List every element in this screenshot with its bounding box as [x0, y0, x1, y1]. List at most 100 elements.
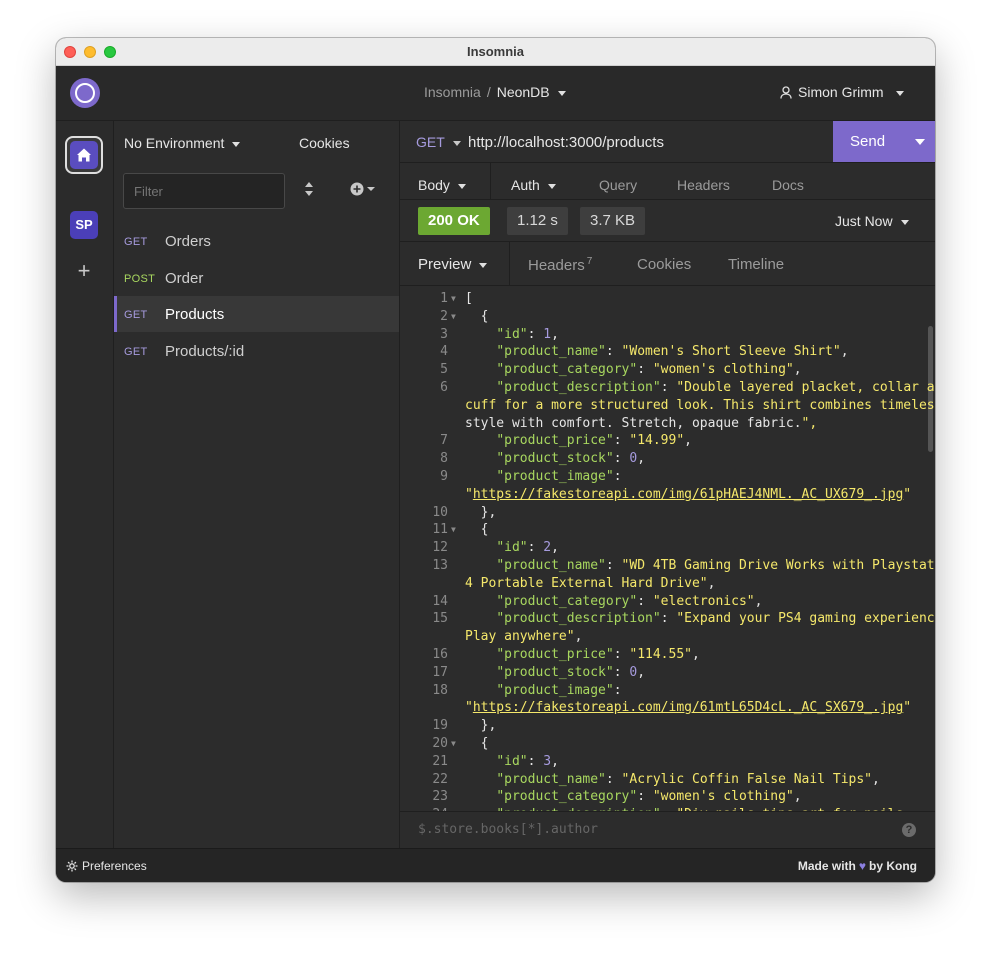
user-menu[interactable]: Simon Grimm	[780, 84, 904, 100]
code-line: 15 "product_description": "Expand your P…	[400, 610, 935, 628]
environment-label: No Environment	[124, 135, 225, 151]
code-line: 4 Portable External Hard Drive",	[400, 575, 935, 593]
send-label: Send	[850, 133, 886, 150]
sidebar-request-products[interactable]: GET Products	[114, 296, 399, 332]
history-label: Just Now	[835, 213, 893, 229]
tab-divider	[509, 242, 510, 286]
response-filter-input[interactable]: $.store.books[*].author	[418, 822, 598, 837]
preferences-button[interactable]: Preferences	[66, 859, 147, 873]
line-number: 21	[432, 753, 448, 769]
code-line: cuff for a more structured look. This sh…	[400, 397, 935, 415]
insomnia-logo-icon[interactable]	[70, 78, 100, 108]
gear-icon	[66, 860, 78, 872]
code-text: "product_category": "women's clothing",	[496, 789, 802, 805]
tab-preview[interactable]: Preview	[418, 256, 488, 273]
sidebar-request-orders[interactable]: GET Orders	[114, 223, 399, 259]
add-workspace-icon[interactable]: +	[74, 260, 94, 282]
code-text: },	[465, 718, 497, 734]
environment-select[interactable]: No Environment	[124, 135, 241, 151]
tab-auth[interactable]: Auth	[511, 177, 556, 193]
response-history-select[interactable]: Just Now	[835, 213, 909, 229]
sidebar-request-order[interactable]: POST Order	[114, 260, 399, 296]
code-text: [	[465, 291, 473, 306]
line-number: 11	[432, 522, 448, 538]
response-size: 3.7 KB	[580, 207, 646, 235]
help-icon[interactable]: ?	[902, 823, 916, 837]
fold-toggle-icon[interactable]: ▼	[451, 308, 456, 326]
code-line: 20 ▼ {	[400, 735, 935, 753]
breadcrumb-project[interactable]: NeonDB	[497, 84, 550, 100]
code-line: 4 "product_name": "Women's Short Sleeve …	[400, 343, 935, 361]
add-request-button[interactable]	[350, 182, 380, 201]
tab-divider	[490, 163, 491, 199]
method-select[interactable]: GET	[416, 134, 461, 150]
code-text: "product_name": "Women's Short Sleeve Sh…	[496, 344, 849, 360]
chevron-down-icon	[457, 183, 466, 189]
sidebar-request-products-id[interactable]: GET Products/:id	[114, 333, 399, 369]
response-filter-bar: $.store.books[*].author ?	[400, 811, 935, 848]
code-text: "product_name": "Acrylic Coffin False Na…	[496, 771, 880, 787]
line-number: 19	[432, 718, 448, 734]
code-line: 18 "product_image":	[400, 682, 935, 700]
url-input[interactable]: http://localhost:3000/products	[468, 134, 664, 151]
fold-toggle-icon[interactable]: ▼	[451, 735, 456, 753]
fold-toggle-icon[interactable]: ▼	[451, 521, 456, 539]
tab-timeline[interactable]: Timeline	[728, 256, 784, 273]
chevron-down-icon[interactable]	[915, 139, 925, 145]
tab-docs[interactable]: Docs	[772, 177, 804, 193]
line-number: 6	[440, 380, 448, 395]
tab-response-cookies[interactable]: Cookies	[637, 256, 691, 273]
tab-body[interactable]: Body	[418, 177, 466, 193]
code-line: 2 ▼ {	[400, 308, 935, 326]
request-method: GET	[124, 346, 148, 358]
fold-toggle-icon[interactable]: ▼	[451, 290, 456, 308]
workspace-rail: SP +	[56, 121, 114, 848]
code-line: 3 "id": 1,	[400, 326, 935, 344]
tab-headers[interactable]: Headers	[677, 177, 730, 193]
request-name: Order	[165, 270, 204, 287]
home-icon	[77, 148, 91, 162]
code-line: 10 },	[400, 504, 935, 522]
line-number: 22	[432, 771, 448, 787]
request-name: Orders	[165, 233, 211, 250]
sort-icon[interactable]	[304, 181, 314, 197]
status-badge: 200 OK	[418, 207, 490, 235]
chevron-down-icon[interactable]	[557, 90, 566, 96]
tab-query[interactable]: Query	[599, 177, 637, 193]
code-text: "product_description": "Double layered p…	[496, 380, 935, 395]
chevron-down-icon	[452, 140, 461, 146]
user-icon	[780, 86, 792, 99]
chevron-down-icon	[900, 219, 909, 225]
code-text: "id": 2,	[496, 540, 559, 556]
home-button[interactable]	[65, 136, 103, 174]
code-line: 12 "id": 2,	[400, 539, 935, 557]
request-method: GET	[124, 309, 148, 321]
code-line: 8 "product_stock": 0,	[400, 450, 935, 468]
code-line: 5 "product_category": "women's clothing"…	[400, 361, 935, 379]
line-number: 20	[432, 736, 448, 751]
response-tabs: Preview Headers 7 Cookies Timeline	[400, 242, 935, 286]
code-text: "https://fakestoreapi.com/img/61pHAEJ4NM…	[465, 486, 912, 502]
code-text: 4 Portable External Hard Drive",	[465, 575, 716, 591]
code-line: style with comfort. Stretch, opaque fabr…	[400, 415, 935, 433]
code-text: "product_image":	[496, 682, 622, 698]
filter-input[interactable]	[123, 173, 285, 209]
breadcrumb-app[interactable]: Insomnia	[424, 84, 481, 100]
code-text: "https://fakestoreapi.com/img/61mtL65D4c…	[465, 700, 912, 716]
tab-response-headers[interactable]: Headers 7	[528, 256, 592, 274]
cookies-button[interactable]: Cookies	[299, 135, 350, 151]
response-preview[interactable]: 1 ▼[2 ▼ {3 "id": 1, 4 "product_name": "Wome…	[400, 286, 935, 811]
code-text: "product_description": "Expand your PS4 …	[496, 611, 935, 627]
app-header: Insomnia / NeonDB Simon Grimm	[56, 66, 935, 121]
code-text: cuff for a more structured look. This sh…	[465, 397, 935, 413]
code-text: "id": 3,	[496, 753, 559, 769]
code-line: 11 ▼ {	[400, 521, 935, 539]
send-button[interactable]: Send	[833, 121, 935, 162]
response-status-bar: 200 OK 1.12 s 3.7 KB Just Now	[400, 199, 935, 242]
code-text: "product_price": "114.55",	[496, 647, 700, 662]
made-with-kong[interactable]: Made with ♥ by Kong	[798, 859, 917, 873]
line-number: 13	[432, 558, 448, 573]
code-text: Play anywhere",	[465, 629, 583, 645]
code-line: 6 "product_description": "Double layered…	[400, 379, 935, 397]
workspace-sp-button[interactable]: SP	[70, 211, 98, 239]
